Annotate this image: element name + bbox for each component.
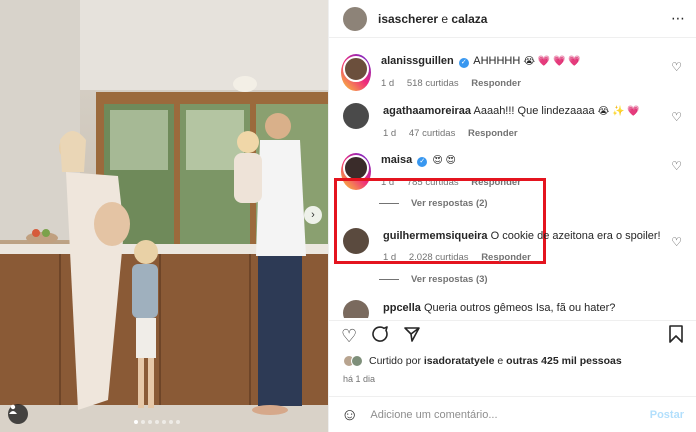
comment-username[interactable]: agathaamoreiraa	[383, 105, 471, 117]
verified-badge-icon: ✓	[417, 157, 428, 167]
comment-username[interactable]: alanissguillen	[381, 55, 454, 67]
reply-button[interactable]: Responder	[468, 128, 518, 139]
add-comment-bar: ☺ Adicione um comentário... Postar	[329, 396, 696, 432]
carousel-dot	[169, 420, 173, 424]
commenter-avatar[interactable]	[343, 228, 369, 254]
liker-username[interactable]: isadoratatyele	[424, 355, 495, 367]
comment-username[interactable]: maisa	[381, 154, 412, 166]
other-likers-link[interactable]: outras 425 mil pessoas	[506, 355, 622, 367]
tagged-users-button[interactable]	[8, 404, 28, 424]
likes-prefix: Curtido por	[369, 355, 424, 367]
emoji-smiley-icon[interactable]: ☺	[341, 405, 358, 425]
share-icon[interactable]	[403, 325, 421, 346]
reply-button[interactable]: Responder	[481, 252, 531, 263]
comment-emoji: 😭 💗 💗 💗	[523, 56, 581, 67]
post-side-panel: isascherer e calaza ⋯ alanissguillen ✓ A…	[328, 0, 696, 432]
user-icon	[9, 404, 17, 414]
post-time: há 1 dia	[343, 374, 376, 384]
post-header: isascherer e calaza ⋯	[329, 0, 696, 38]
view-replies-button[interactable]: Ver respostas (3)	[379, 274, 488, 285]
post-comment-button[interactable]: Postar	[650, 409, 684, 421]
comment-text: AHHHHH	[473, 55, 521, 67]
comment-username[interactable]: ppcella	[383, 302, 421, 314]
heart-icon[interactable]: ♡	[671, 60, 682, 74]
carousel-dot	[141, 420, 145, 424]
like-heart-icon[interactable]: ♡	[341, 327, 357, 345]
comment-input[interactable]: Adicione um comentário...	[370, 409, 649, 421]
comment-emoji: 😍 😍	[432, 155, 456, 166]
authors-conjunction: e	[438, 11, 452, 26]
carousel-dot	[148, 420, 152, 424]
comment-age: 1 d	[383, 128, 397, 139]
heart-icon[interactable]: ♡	[671, 159, 682, 173]
next-photo-button[interactable]: ›	[304, 206, 322, 224]
comment-emoji: 😭 ✨ 💗	[597, 106, 640, 117]
comment-likes[interactable]: 47 curtidas	[409, 128, 455, 139]
commenter-avatar[interactable]	[343, 103, 369, 129]
comment-likes[interactable]: 2.028 curtidas	[409, 252, 469, 263]
more-options-icon[interactable]: ⋯	[671, 10, 686, 27]
post-actions-bar: ♡	[329, 320, 696, 350]
carousel-dot	[176, 420, 180, 424]
likes-mid: e	[494, 355, 507, 367]
comment-text: O cookie de azeitona era o spoiler!	[490, 230, 661, 242]
comments-list: alanissguillen ✓ AHHHHH 😭 💗 💗 💗 1 d 518 …	[329, 38, 696, 318]
comment-meta: 1 d 2.028 curtidas Responder	[383, 251, 686, 265]
comment-item: guilhermemsiqueira O cookie de azeitona …	[341, 228, 686, 265]
post-photo[interactable]: ›	[0, 0, 328, 432]
carousel-dots	[134, 420, 180, 424]
post-authors: isascherer e calaza	[378, 12, 487, 26]
author-username[interactable]: isascherer	[378, 12, 438, 26]
comment-username[interactable]: guilhermemsiqueira	[383, 230, 488, 242]
comment-item: agathaamoreiraa Aaaah!!! Que lindezaaaa …	[341, 103, 686, 141]
carousel-dot	[155, 420, 159, 424]
comment-text: Queria outros gêmeos Isa, fã ou hater?	[423, 302, 616, 314]
bookmark-icon[interactable]	[668, 325, 684, 346]
story-ring[interactable]	[341, 54, 371, 91]
comment-icon[interactable]	[371, 325, 389, 346]
carousel-dot	[162, 420, 166, 424]
coauthor-username[interactable]: calaza	[451, 12, 487, 26]
verified-badge-icon: ✓	[458, 58, 469, 68]
comment-text: Aaaah!!! Que lindezaaaa	[473, 105, 595, 117]
commenter-avatar[interactable]	[343, 300, 369, 318]
comment-age: 1 d	[383, 252, 397, 263]
commenter-avatar	[343, 56, 369, 82]
comment-meta: 1 d 518 curtidas Responder	[381, 77, 686, 91]
kitchen-family-photo	[0, 0, 328, 432]
carousel-dot	[134, 420, 138, 424]
comment-item: ppcella Queria outros gêmeos Isa, fã ou …	[341, 300, 686, 318]
comment-meta: 1 d 47 curtidas Responder	[383, 127, 686, 141]
heart-icon[interactable]: ♡	[671, 110, 682, 124]
heart-icon[interactable]: ♡	[671, 235, 682, 249]
reply-button[interactable]: Responder	[471, 78, 521, 89]
author-avatar[interactable]	[343, 6, 367, 31]
liker-avatar	[351, 355, 363, 367]
likes-summary: Curtido por isadoratatyele e outras 425 …	[343, 355, 622, 367]
comment-likes[interactable]: 518 curtidas	[407, 78, 459, 89]
instagram-post-view: › isascherer e calaza ⋯ alanissguillen ✓…	[0, 0, 696, 432]
comment-age: 1 d	[381, 78, 395, 89]
comment-item: alanissguillen ✓ AHHHHH 😭 💗 💗 💗 1 d 518 …	[341, 54, 686, 91]
